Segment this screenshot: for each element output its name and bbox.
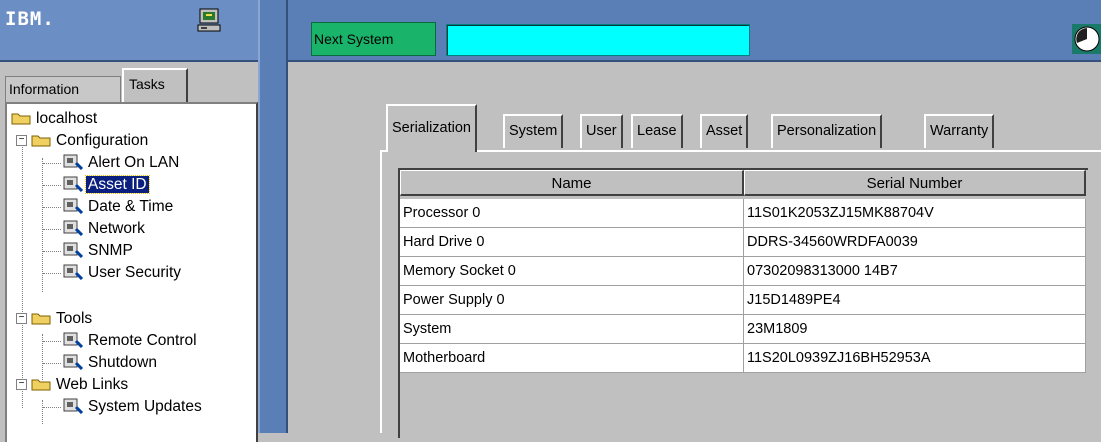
table-row[interactable]: Motherboard 11S20L0939ZJ16BH52953A [400, 344, 1086, 373]
task-icon [63, 154, 83, 170]
collapse-toggle-configuration[interactable]: − [16, 135, 27, 146]
tab-user[interactable]: User [580, 114, 623, 148]
folder-open-icon [31, 135, 51, 147]
tree-label: Shutdown [88, 354, 157, 371]
tree-label: System Updates [88, 398, 202, 415]
cell-serial-number: 11S01K2053ZJ15MK88704V [744, 199, 1086, 228]
tab-tasks[interactable]: Tasks [122, 68, 188, 102]
tree-connector [43, 207, 61, 208]
cell-serial-number: 11S20L0939ZJ16BH52953A [744, 344, 1086, 373]
tree-label: User Security [88, 264, 182, 281]
pie-chart-icon[interactable] [1072, 24, 1101, 54]
tree-item-date-time[interactable]: Date & Time [63, 196, 175, 218]
tree-label: Asset ID [85, 175, 150, 194]
tree-connector [42, 158, 43, 292]
cell-serial-number: J15D1489PE4 [744, 286, 1086, 315]
tree-connector [43, 363, 61, 364]
cell-serial-number: DDRS-34560WRDFA0039 [744, 228, 1086, 257]
tree-label: SNMP [88, 242, 133, 259]
tree-item-network[interactable]: Network [63, 218, 147, 240]
tree-label: Alert On LAN [88, 154, 180, 171]
cell-name: Memory Socket 0 [400, 257, 744, 286]
tree-connector [43, 163, 61, 164]
folder-open-icon [31, 313, 51, 325]
table-row[interactable]: Memory Socket 0 07302098313000 14B7 [400, 257, 1086, 286]
panel-divider[interactable] [258, 0, 288, 433]
next-system-label: Next System [311, 22, 436, 56]
table-row[interactable]: Power Supply 0 J15D1489PE4 [400, 286, 1086, 315]
tree-group-web-links[interactable]: Web Links [31, 374, 130, 396]
table-row[interactable]: Hard Drive 0 DDRS-34560WRDFA0039 [400, 228, 1086, 257]
table-row[interactable]: System 23M1809 [400, 315, 1086, 344]
task-icon [63, 264, 83, 280]
task-icon [63, 242, 83, 258]
tree-connector [43, 185, 61, 186]
tree-connector [43, 341, 61, 342]
tab-asset[interactable]: Asset [700, 114, 749, 148]
tree-label: Tools [56, 310, 93, 327]
cell-name: Motherboard [400, 344, 744, 373]
column-header-serial-number[interactable]: Serial Number [744, 170, 1086, 196]
computer-icon[interactable] [196, 7, 224, 35]
folder-open-icon [31, 379, 51, 391]
cell-name: Hard Drive 0 [400, 228, 744, 257]
tree-label: Configuration [56, 132, 149, 149]
column-header-name[interactable]: Name [400, 170, 744, 196]
tab-personalization[interactable]: Personalization [771, 114, 883, 148]
task-icon [63, 332, 83, 348]
tab-warranty[interactable]: Warranty [924, 114, 995, 148]
serial-number-table[interactable]: Name Serial Number Processor 0 11S01K205… [398, 168, 1088, 438]
tree-item-alert-on-lan[interactable]: Alert On LAN [63, 152, 181, 174]
tab-lease[interactable]: Lease [631, 114, 683, 148]
cell-serial-number: 23M1809 [744, 315, 1086, 344]
tree-label: Web Links [56, 376, 129, 393]
tree-connector [43, 407, 61, 408]
ibm-logo: IBM. [5, 8, 55, 30]
tab-information[interactable]: Information [5, 76, 121, 102]
task-icon [63, 354, 83, 370]
tab-serialization[interactable]: Serialization [386, 104, 477, 152]
tree-connector [42, 400, 43, 424]
collapse-toggle-web-links[interactable]: − [16, 379, 27, 390]
tree-label: Date & Time [88, 198, 174, 215]
cell-name: System [400, 315, 744, 344]
tree-group-configuration[interactable]: Configuration [31, 130, 150, 152]
task-icon [63, 176, 83, 192]
tree-item-user-security[interactable]: User Security [63, 262, 183, 284]
tree-item-system-updates[interactable]: System Updates [63, 396, 204, 418]
tree-label: Remote Control [88, 332, 197, 349]
task-icon [63, 220, 83, 236]
tree-item-shutdown[interactable]: Shutdown [63, 352, 159, 374]
tree-connector [43, 229, 61, 230]
tree-connector [43, 273, 61, 274]
tree-label: Network [88, 220, 145, 237]
collapse-toggle-tools[interactable]: − [16, 313, 27, 324]
task-icon [63, 198, 83, 214]
tree-item-asset-id[interactable]: Asset ID [63, 174, 150, 196]
table-row[interactable]: Processor 0 11S01K2053ZJ15MK88704V [400, 199, 1086, 228]
cell-serial-number: 07302098313000 14B7 [744, 257, 1086, 286]
folder-icon [11, 113, 31, 125]
next-system-input[interactable] [446, 24, 750, 56]
cell-name: Processor 0 [400, 199, 744, 228]
tab-system[interactable]: System [503, 114, 564, 148]
cell-name: Power Supply 0 [400, 286, 744, 315]
tree-item-remote-control[interactable]: Remote Control [63, 330, 199, 352]
tree-connector [22, 136, 23, 408]
tree-group-tools[interactable]: Tools [31, 308, 94, 330]
task-icon [63, 398, 83, 414]
tree-item-snmp[interactable]: SNMP [63, 240, 135, 262]
task-tree[interactable]: localhost − Configuration Alert On LAN A… [5, 102, 258, 442]
tree-root-localhost[interactable]: localhost [11, 108, 99, 130]
tree-connector [43, 251, 61, 252]
tree-label: localhost [36, 110, 98, 127]
